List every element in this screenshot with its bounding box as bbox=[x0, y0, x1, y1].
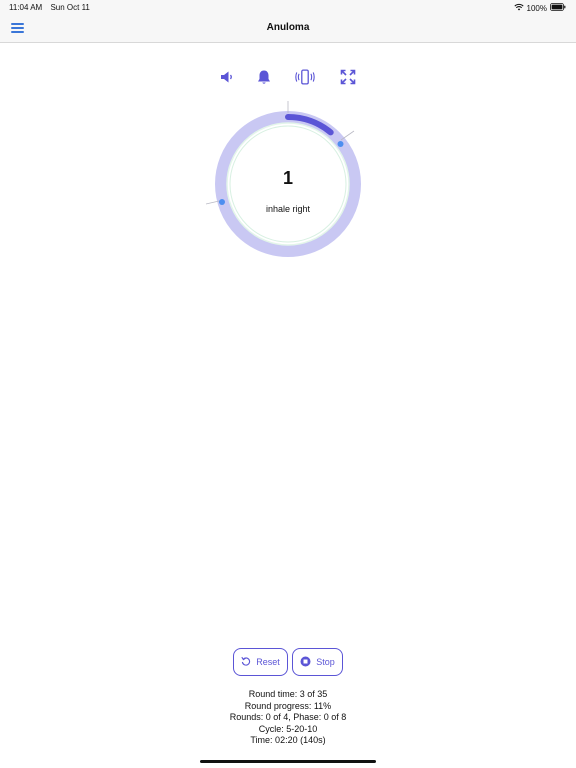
dial-phase-tick-left bbox=[205, 200, 220, 205]
round-progress-text: Round progress: 11% bbox=[244, 700, 332, 711]
reset-icon bbox=[241, 656, 251, 668]
speaker-icon[interactable] bbox=[216, 66, 238, 88]
bell-icon[interactable] bbox=[253, 66, 275, 88]
battery-icon bbox=[550, 3, 566, 13]
reset-button-label: Reset bbox=[256, 657, 280, 667]
battery-percent: 100% bbox=[526, 3, 547, 13]
reset-button[interactable]: Reset bbox=[233, 648, 288, 676]
stop-button[interactable]: Stop bbox=[292, 648, 343, 676]
session-stats: Round time: 3 of 35 Round progress: 11% … bbox=[0, 689, 576, 747]
stop-button-label: Stop bbox=[316, 657, 335, 667]
stop-icon bbox=[300, 656, 311, 669]
page-title: Anuloma bbox=[266, 22, 310, 33]
cycle-text: Cycle: 5-20-10 bbox=[258, 723, 318, 734]
status-time: 11:04 AM bbox=[9, 3, 43, 12]
breath-count: 1 bbox=[282, 168, 293, 188]
dial-marker-left bbox=[219, 199, 225, 205]
status-right: 100% bbox=[513, 3, 566, 13]
vibrate-icon[interactable] bbox=[294, 66, 316, 88]
status-bar: 11:04 AM Sun Oct 11 100% bbox=[0, 0, 576, 14]
wifi-icon bbox=[513, 3, 524, 13]
dial-marker-right bbox=[337, 141, 344, 147]
dial-phase-tick-right bbox=[340, 130, 355, 141]
breath-phase-label: inhale right bbox=[265, 204, 311, 214]
elapsed-time-text: Time: 02:20 (140s) bbox=[250, 735, 326, 746]
status-date: Sun Oct 11 bbox=[50, 3, 90, 12]
home-indicator bbox=[200, 760, 376, 763]
round-time-text: Round time: 3 of 35 bbox=[248, 689, 328, 699]
fullscreen-icon[interactable] bbox=[337, 66, 359, 88]
status-left: 11:04 AM Sun Oct 11 bbox=[9, 3, 96, 12]
rounds-phase-text: Rounds: 0 of 4, Phase: 0 of 8 bbox=[229, 712, 347, 723]
navigation-bar: Anuloma bbox=[0, 14, 576, 43]
toolbar bbox=[0, 66, 576, 88]
